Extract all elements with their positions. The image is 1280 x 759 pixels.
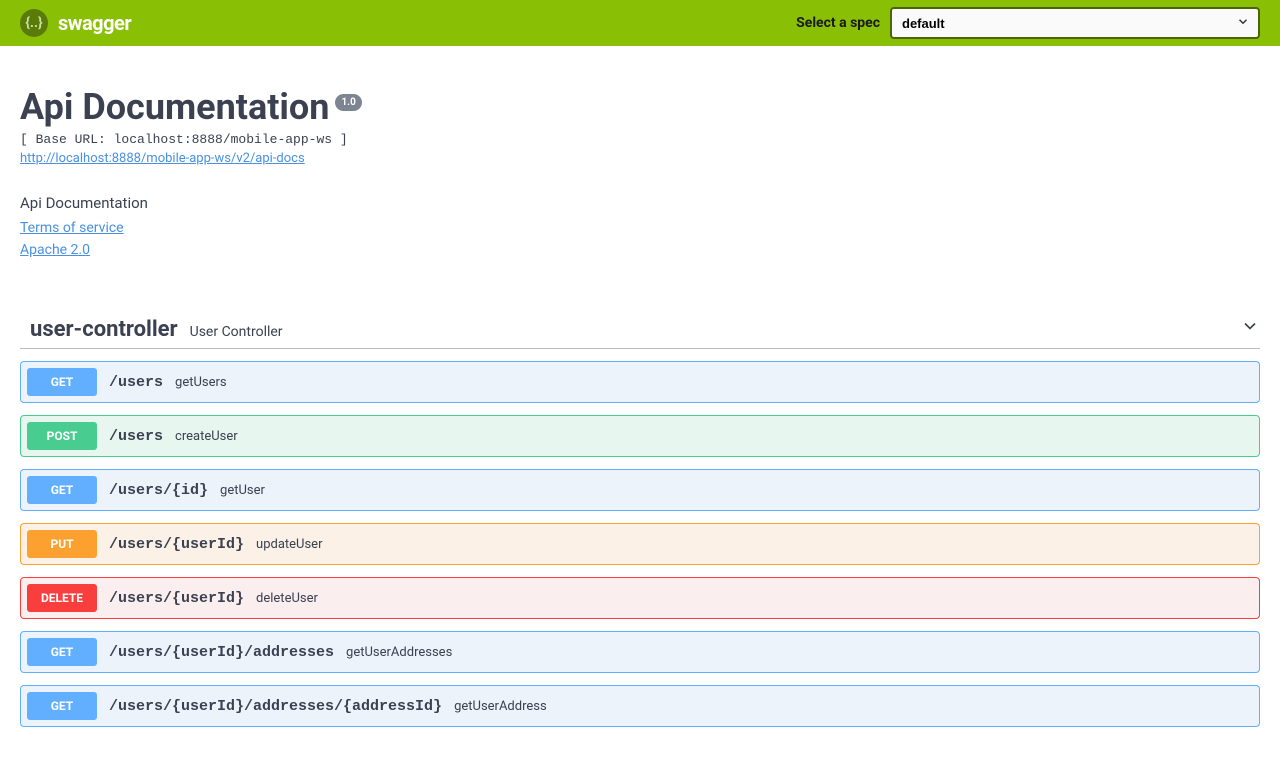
api-title: Api Documentation (20, 86, 329, 128)
operation-row[interactable]: GET/users/{userId}/addresses getUserAddre… (20, 631, 1260, 673)
http-method-badge: DELETE (27, 584, 97, 612)
spec-label: Select a spec (796, 15, 880, 31)
topbar: {..} swagger Select a spec default (0, 0, 1280, 46)
operation-path: /users/{userId} (109, 536, 244, 553)
operation-row[interactable]: DELETE/users/{userId} deleteUser (20, 577, 1260, 619)
license-link[interactable]: Apache 2.0 (20, 242, 1260, 258)
http-method-badge: GET (27, 638, 97, 666)
http-method-badge: PUT (27, 530, 97, 558)
operation-row[interactable]: GET/users getUsers (20, 361, 1260, 403)
operation-summary: updateUser (256, 537, 322, 552)
terms-of-service-link[interactable]: Terms of service (20, 220, 1260, 236)
operation-path: /users/{userId}/addresses (109, 644, 334, 661)
version-badge: 1.0 (335, 94, 361, 111)
operation-path: /users/{userId}/addresses/{addressId} (109, 698, 442, 715)
swagger-logo-icon: {..} (20, 9, 48, 37)
operation-summary: createUser (175, 429, 238, 444)
operation-summary: getUser (220, 483, 265, 498)
operation-summary: deleteUser (256, 591, 318, 606)
operation-path: /users (109, 374, 163, 391)
chevron-down-icon (1240, 316, 1260, 340)
http-method-badge: POST (27, 422, 97, 450)
http-method-badge: GET (27, 368, 97, 396)
api-docs-link[interactable]: http://localhost:8888/mobile-app-ws/v2/a… (20, 151, 305, 166)
operation-summary: getUsers (175, 375, 227, 390)
operation-row[interactable]: GET/users/{userId}/addresses/{addressId}… (20, 685, 1260, 727)
tag-name: user-controller (20, 317, 178, 342)
http-method-badge: GET (27, 476, 97, 504)
api-description: Api Documentation (20, 194, 1260, 212)
tag-header[interactable]: user-controller User Controller (20, 316, 1260, 349)
operation-row[interactable]: PUT/users/{userId} updateUser (20, 523, 1260, 565)
brand-text: swagger (58, 11, 131, 35)
operation-path: /users/{userId} (109, 590, 244, 607)
tag-section: user-controller User Controller GET/user… (20, 316, 1260, 727)
tag-description: User Controller (190, 324, 283, 340)
spec-selector: Select a spec default (796, 7, 1260, 39)
logo[interactable]: {..} swagger (20, 9, 131, 37)
operation-row[interactable]: POST/users createUser (20, 415, 1260, 457)
operation-path: /users/{id} (109, 482, 208, 499)
operations-list: GET/users getUsers POST/users createUser GET… (20, 361, 1260, 727)
operation-row[interactable]: GET/users/{id} getUser (20, 469, 1260, 511)
spec-select[interactable]: default (890, 7, 1260, 39)
http-method-badge: GET (27, 692, 97, 720)
base-url: [ Base URL: localhost:8888/mobile-app-ws… (20, 132, 1260, 147)
main-content: Api Documentation 1.0 [ Base URL: localh… (0, 46, 1280, 759)
operation-summary: getUserAddresses (346, 645, 452, 660)
operation-path: /users (109, 428, 163, 445)
operation-summary: getUserAddress (454, 699, 547, 714)
